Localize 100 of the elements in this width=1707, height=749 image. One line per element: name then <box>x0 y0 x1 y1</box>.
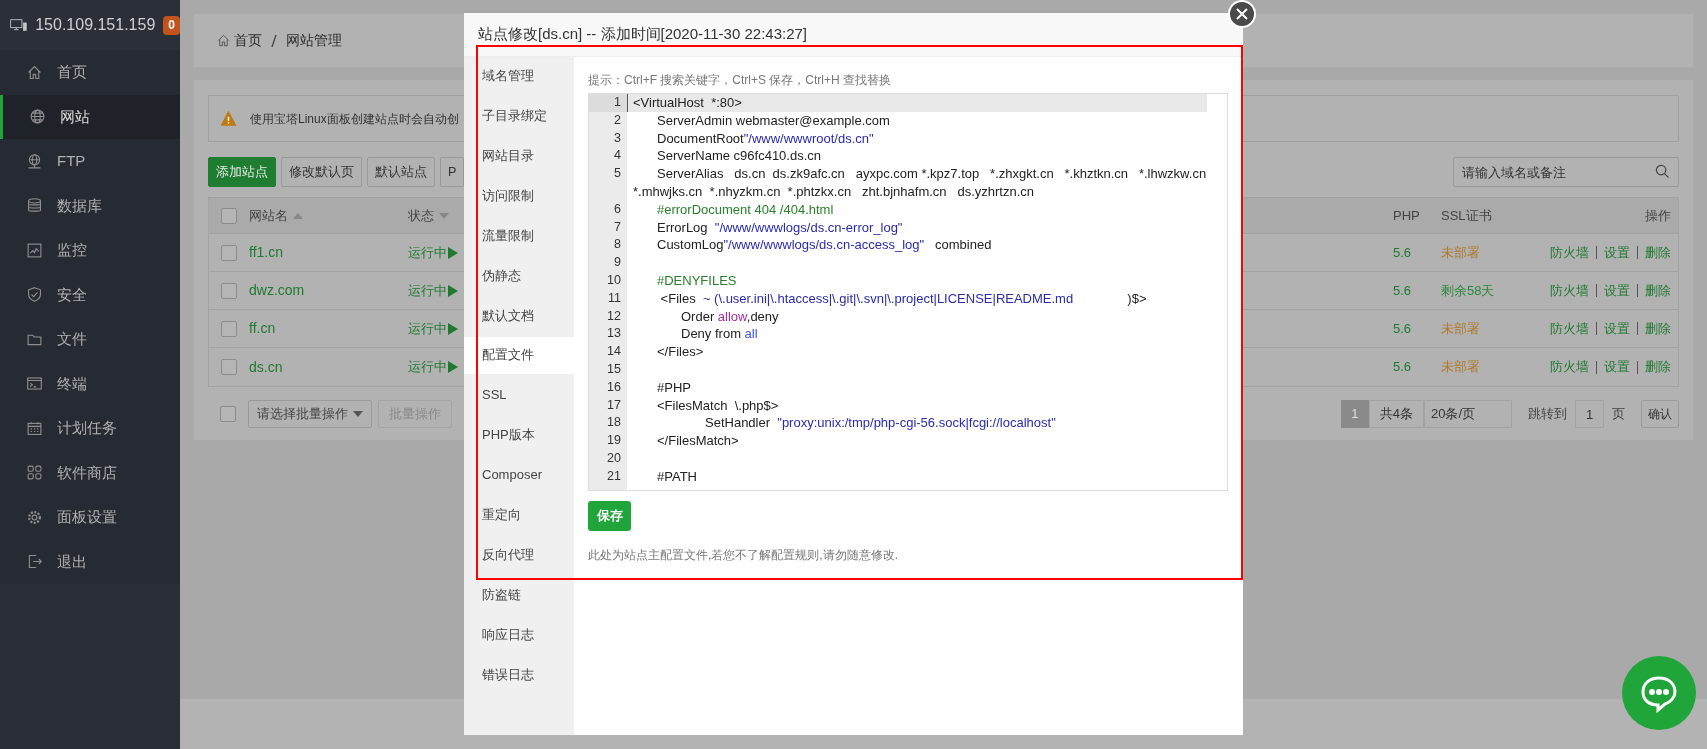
chart-icon <box>26 241 43 259</box>
line-number: 14 <box>606 343 622 361</box>
dialog-tab[interactable]: PHP版本 <box>464 416 574 454</box>
play-icon <box>448 246 458 259</box>
line-number: 15 <box>606 360 622 378</box>
nav-item[interactable]: 终端 <box>0 361 180 406</box>
column-header[interactable]: 状态 <box>408 205 434 226</box>
page-input[interactable]: 1 <box>1575 400 1604 428</box>
code-editor[interactable] <box>588 93 1228 491</box>
code-line[interactable]: Deny from all <box>633 325 1207 344</box>
code-line[interactable]: </Files> <box>633 343 1207 361</box>
page-unit: 页 <box>1612 405 1625 424</box>
column-header[interactable]: 网站名 <box>249 205 288 226</box>
dialog-tab[interactable]: 响应日志 <box>464 616 574 654</box>
dialog-tab[interactable]: 防盗链 <box>464 576 574 614</box>
code-line[interactable]: CustomLog"/www/wwwlogs/ds.cn-access_log" combined <box>633 236 1207 255</box>
checkbox[interactable] <box>221 244 237 261</box>
nav-item[interactable]: 数据库 <box>0 183 180 228</box>
toolbar-button[interactable]: P <box>440 157 465 187</box>
code-line[interactable]: ServerAlias ds.cn ds.zk9afc.cn ayxpc.com *.kpz7.top *.zhxgkt.cn *.khztkn.cn *.lhwzkw.cn *.mhwjks.cn *.nhyzkm.cn *.phtzkx.cn zht.bjnhafm.cn ds.yzhrtzn.cn <box>633 165 1207 201</box>
code-line[interactable]: ServerAdmin webmaster@example.com <box>633 111 1207 130</box>
code-line[interactable]: ServerName c96fc410.ds.cn <box>633 147 1207 166</box>
breadcrumb-current: 网站管理 <box>286 31 342 50</box>
shield-icon <box>26 286 43 304</box>
search-field[interactable]: 请输入域名或备注 <box>1453 157 1679 187</box>
line-number: 6 <box>613 200 622 218</box>
checkbox[interactable] <box>221 320 237 337</box>
code-line[interactable]: #DENYFILES <box>633 271 1207 290</box>
grid-icon <box>26 464 43 482</box>
dialog-tab[interactable]: 重定向 <box>464 496 574 534</box>
code-line[interactable]: <VirtualHost *:80> <box>633 94 1207 112</box>
code-line[interactable]: <Files ~ (\.user.ini|\.htaccess|\.git|\.svn|\.project|LICENSE|README.md )$> <box>633 289 1207 308</box>
checkbox[interactable] <box>221 282 237 299</box>
close-icon <box>1236 8 1248 20</box>
dialog-tab[interactable]: 默认文档 <box>464 296 574 334</box>
toolbar-button[interactable]: 添加站点 <box>208 157 276 187</box>
dialog-title: 站点修改[ds.cn] -- 添加时间[2020-11-30 22:43:27] <box>478 24 808 45</box>
save-button[interactable]: 保存 <box>588 501 631 531</box>
line-number: 12 <box>606 307 622 325</box>
line-number: 19 <box>606 432 622 450</box>
dialog-tab[interactable]: 访问限制 <box>464 176 574 214</box>
code-line[interactable]: DocumentRoot"/www/wwwroot/ds.cn" <box>633 129 1207 148</box>
nav-item[interactable]: FTP <box>0 139 180 184</box>
dialog-tab[interactable]: 反向代理 <box>464 536 574 574</box>
confirm-button[interactable]: 确认 <box>1641 400 1679 428</box>
checkbox[interactable] <box>221 359 237 375</box>
dialog-tab[interactable]: 配置文件 <box>464 336 574 374</box>
close-button[interactable] <box>1228 0 1256 28</box>
line-number: 1 <box>613 94 622 111</box>
jump-label: 跳转到 <box>1528 405 1567 424</box>
line-number: 16 <box>606 378 622 396</box>
line-number: 21 <box>606 467 622 485</box>
nav-item[interactable]: 计划任务 <box>0 406 180 451</box>
line-number: 8 <box>613 236 622 254</box>
line-number: 9 <box>613 254 622 272</box>
play-icon <box>448 361 458 373</box>
home-icon <box>26 63 43 81</box>
calendar-icon <box>26 419 43 437</box>
line-number: 10 <box>606 271 622 289</box>
line-number: 17 <box>606 396 622 414</box>
column-header[interactable]: 操作 <box>1645 207 1671 223</box>
dialog-tab[interactable]: Composer <box>464 456 574 494</box>
nav-item[interactable]: 文件 <box>0 317 180 362</box>
toolbar-button[interactable]: 修改默认页 <box>281 157 362 187</box>
line-number: 18 <box>606 414 622 432</box>
page-total: 共4条 <box>1368 400 1424 428</box>
toolbar-button[interactable]: 默认站点 <box>367 157 435 187</box>
dialog-tab[interactable]: 网站目录 <box>464 136 574 174</box>
nav-item[interactable]: 安全 <box>0 272 180 317</box>
dialog-tab[interactable]: 域名管理 <box>464 57 574 94</box>
logout-icon <box>26 553 43 571</box>
code-line[interactable]: ErrorLog "/www/wwwlogs/ds.cn-error_log" <box>633 218 1207 237</box>
code-line[interactable]: Order allow,deny <box>633 307 1207 326</box>
code-line[interactable]: <FilesMatch \.php$> <box>633 396 1207 415</box>
column-header[interactable]: SSL证书 <box>1441 207 1492 223</box>
notification-badge: 0 <box>163 15 180 35</box>
home-icon <box>216 33 231 48</box>
nav-item[interactable]: 退出 <box>0 539 180 584</box>
nav-item[interactable]: 监控 <box>0 228 180 273</box>
code-line[interactable]: #PHP <box>633 378 1207 397</box>
nav-item[interactable]: 软件商店 <box>0 450 180 495</box>
code-line[interactable]: #PATH <box>633 467 1207 486</box>
column-header[interactable]: PHP <box>1393 207 1420 223</box>
nav-item[interactable]: 面板设置 <box>0 495 180 540</box>
dialog-tab[interactable]: 子目录绑定 <box>464 97 574 134</box>
page-size-select[interactable]: 20条/页 <box>1424 400 1512 428</box>
line-number: 5 <box>613 165 622 183</box>
breadcrumb-link[interactable]: 首页 <box>216 30 262 51</box>
nav-item[interactable]: 网站 <box>0 94 180 139</box>
dialog-tab[interactable]: 流量限制 <box>464 216 574 254</box>
code-line[interactable]: #errorDocument 404 /404.html <box>633 200 1207 219</box>
code-line[interactable]: </FilesMatch> <box>633 432 1207 450</box>
checkbox[interactable] <box>221 207 237 224</box>
terminal-icon <box>26 375 43 393</box>
nav-item[interactable]: 首页 <box>0 50 180 95</box>
code-line[interactable]: SetHandler "proxy:unix:/tmp/php-cgi-56.sock|fcgi://localhost" <box>633 414 1207 433</box>
dialog-tab[interactable]: 伪静态 <box>464 256 574 294</box>
dialog-tab[interactable]: SSL <box>464 376 574 414</box>
dialog-tab[interactable]: 错误日志 <box>464 656 574 694</box>
caret-icon <box>353 411 363 417</box>
